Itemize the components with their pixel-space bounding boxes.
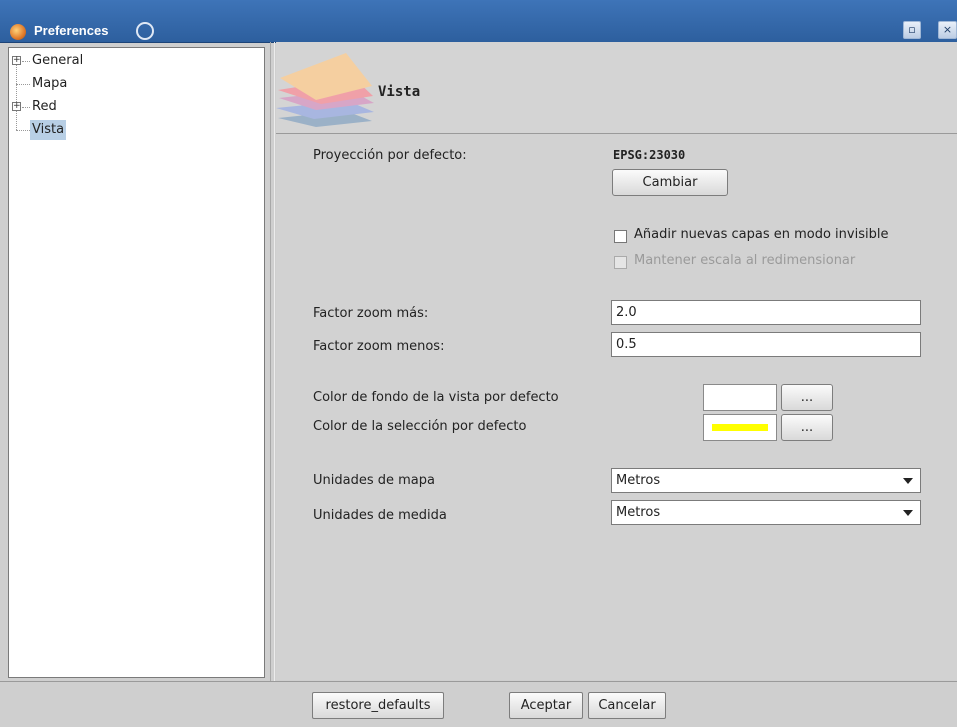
restore-defaults-button[interactable]: restore_defaults	[312, 692, 444, 719]
maximize-button[interactable]: ▫	[903, 21, 921, 39]
dropdown-arrow-icon	[903, 478, 913, 484]
tree-item-label: Mapa	[32, 76, 68, 91]
title-bar: Preferences ▫ ×	[0, 0, 957, 43]
selection-color-button[interactable]: ...	[781, 414, 833, 441]
zoom-out-field[interactable]: 0.5	[611, 332, 921, 357]
projection-label: Proyección por defecto:	[313, 148, 467, 163]
measure-units-value: Metros	[616, 505, 661, 520]
zoom-in-field[interactable]: 2.0	[611, 300, 921, 325]
invisible-layers-label: Añadir nuevas capas en modo invisible	[634, 227, 889, 242]
zoom-out-label: Factor zoom menos:	[313, 339, 445, 354]
panel-title: Vista	[378, 84, 421, 100]
map-units-value: Metros	[616, 473, 661, 488]
change-projection-button[interactable]: Cambiar	[612, 169, 728, 196]
map-units-select[interactable]: Metros	[611, 468, 921, 493]
tree-item-mapa[interactable]: Mapa	[9, 74, 129, 94]
zoom-in-label: Factor zoom más:	[313, 306, 429, 321]
window-title: Preferences	[34, 23, 109, 38]
tree-item-label: Vista	[30, 120, 67, 140]
selection-color-label: Color de la selección por defecto	[313, 419, 527, 434]
bg-color-swatch	[703, 384, 777, 411]
layers-icon	[276, 53, 374, 127]
swirl-icon	[136, 22, 154, 40]
accept-button[interactable]: Aceptar	[509, 692, 583, 719]
tree-item-label: Red	[32, 99, 57, 114]
app-icon	[10, 24, 26, 40]
dropdown-arrow-icon	[903, 510, 913, 516]
tree-item-general[interactable]: + General	[9, 51, 129, 71]
expand-icon[interactable]: +	[12, 102, 21, 111]
invisible-layers-checkbox[interactable]	[614, 230, 627, 243]
selection-color-swatch	[703, 414, 777, 441]
preferences-tree: + General Mapa + Red Vista	[8, 47, 265, 678]
selection-color-fill	[712, 424, 768, 431]
bg-color-button[interactable]: ...	[781, 384, 833, 411]
tree-item-label: General	[32, 53, 84, 68]
tree-item-vista[interactable]: Vista	[9, 120, 129, 140]
panel-header: Vista	[276, 42, 957, 134]
vista-settings: Proyección por defecto: EPSG:23030 Cambi…	[276, 134, 957, 680]
measure-units-label: Unidades de medida	[313, 508, 447, 523]
split-pane-divider[interactable]	[270, 42, 275, 682]
keep-scale-checkbox[interactable]	[614, 256, 627, 269]
cancel-button[interactable]: Cancelar	[588, 692, 666, 719]
dialog-button-bar: restore_defaults Aceptar Cancelar	[0, 681, 957, 727]
tree-item-red[interactable]: + Red	[9, 97, 129, 117]
close-button[interactable]: ×	[938, 21, 957, 39]
projection-value: EPSG:23030	[613, 148, 686, 162]
map-units-label: Unidades de mapa	[313, 473, 435, 488]
bg-color-label: Color de fondo de la vista por defecto	[313, 390, 559, 405]
measure-units-select[interactable]: Metros	[611, 500, 921, 525]
expand-icon[interactable]: +	[12, 56, 21, 65]
keep-scale-label: Mantener escala al redimensionar	[634, 253, 856, 268]
